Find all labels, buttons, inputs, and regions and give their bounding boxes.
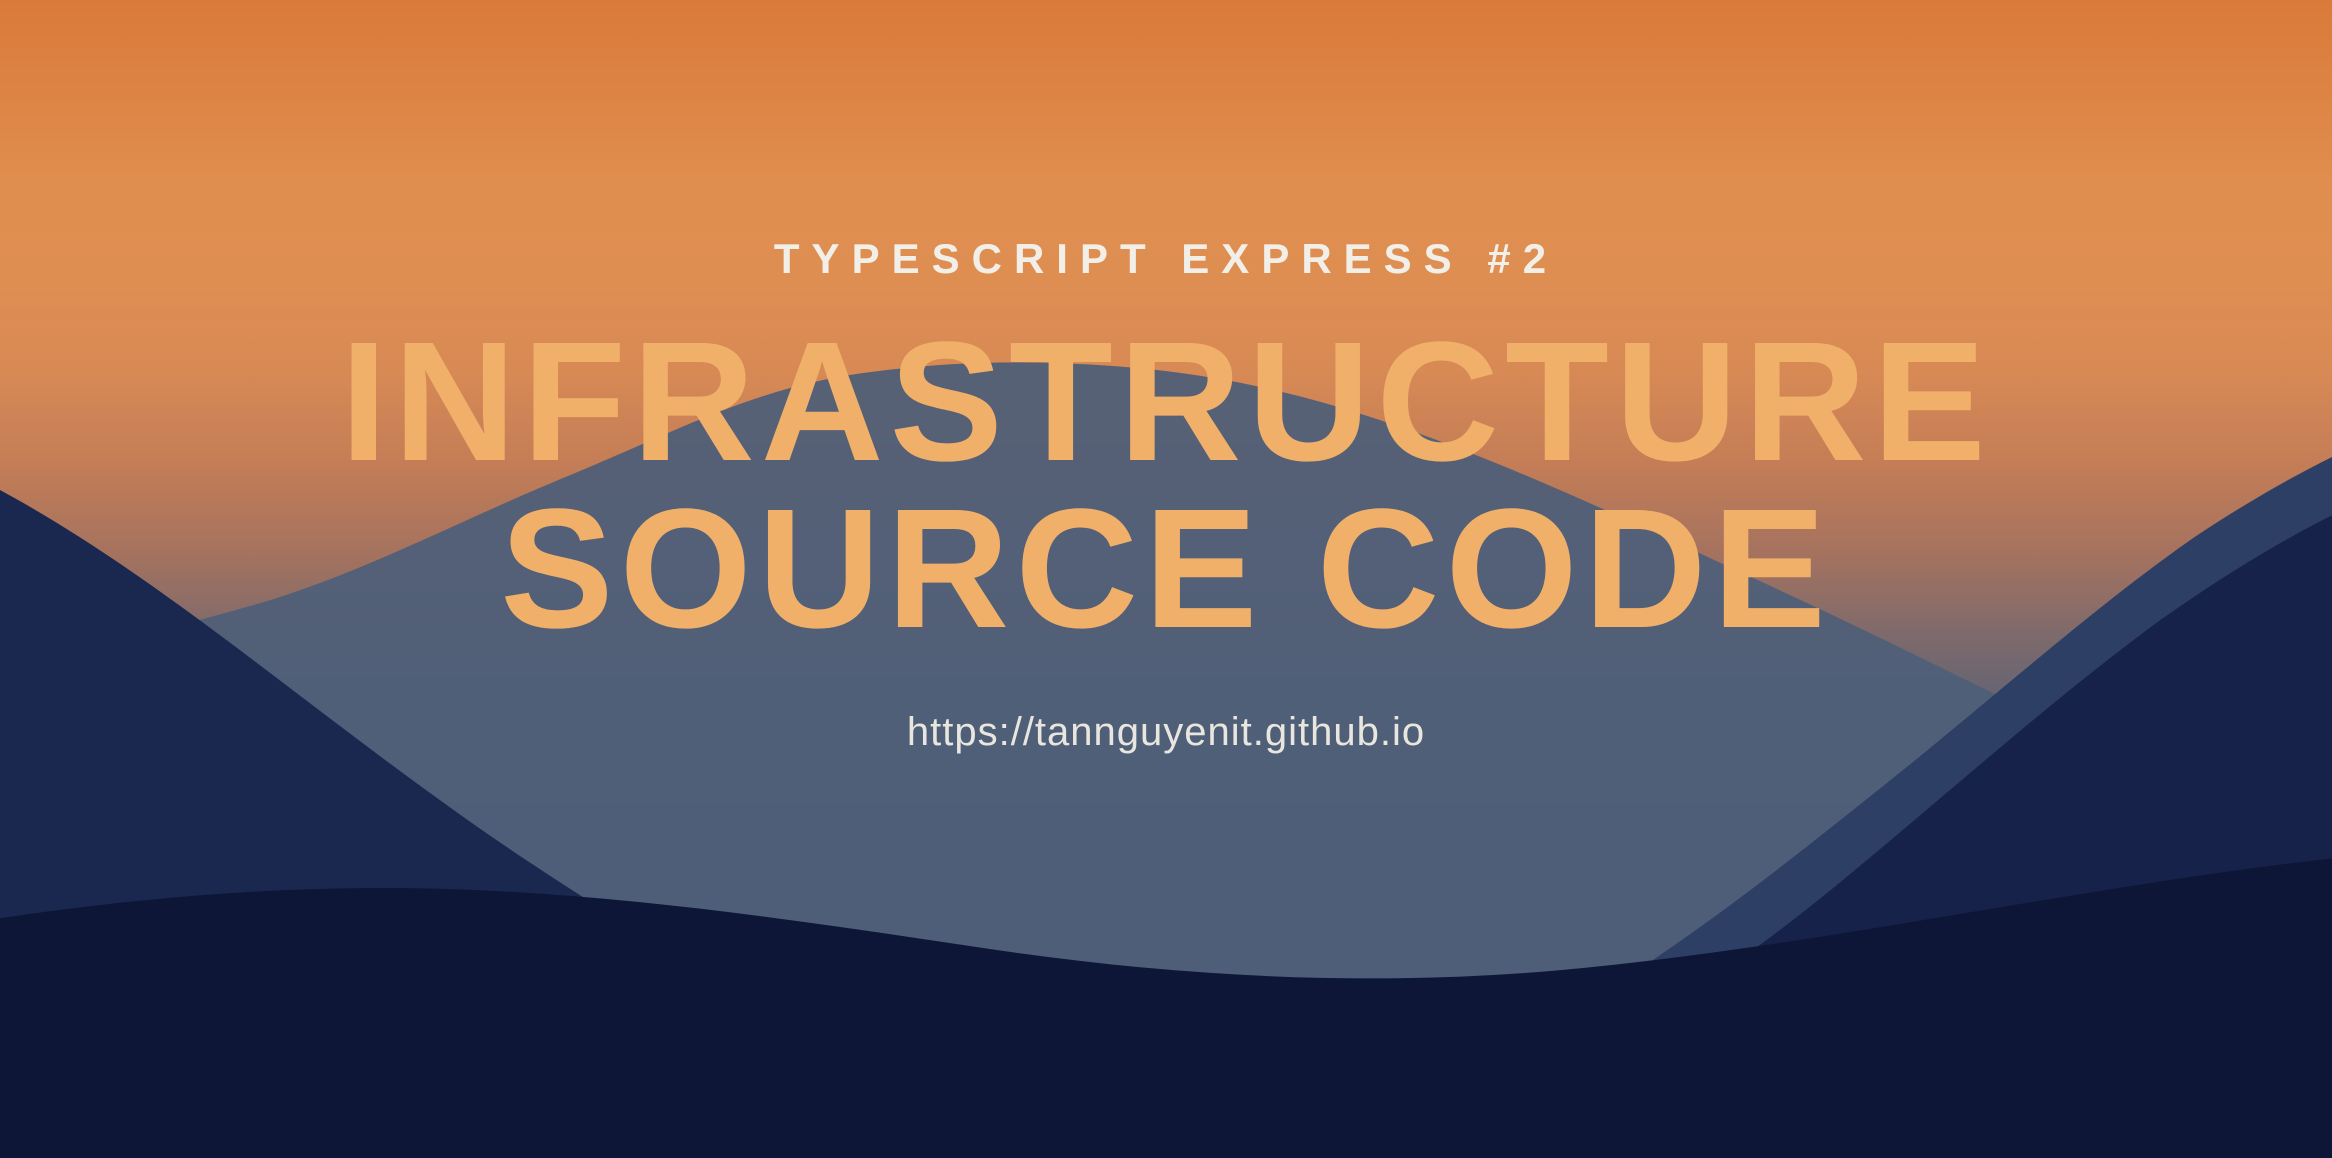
title-line-1: INFRASTRUCTURE xyxy=(340,319,1992,486)
main-title: INFRASTRUCTURE SOURCE CODE xyxy=(340,319,1992,652)
title-line-2: SOURCE CODE xyxy=(340,486,1992,653)
site-url: https://tannguyenit.github.io xyxy=(907,710,1425,755)
hero-content: TYPESCRIPT EXPRESS #2 INFRASTRUCTURE SOU… xyxy=(0,0,2332,1158)
kicker-text: TYPESCRIPT EXPRESS #2 xyxy=(774,235,1558,283)
